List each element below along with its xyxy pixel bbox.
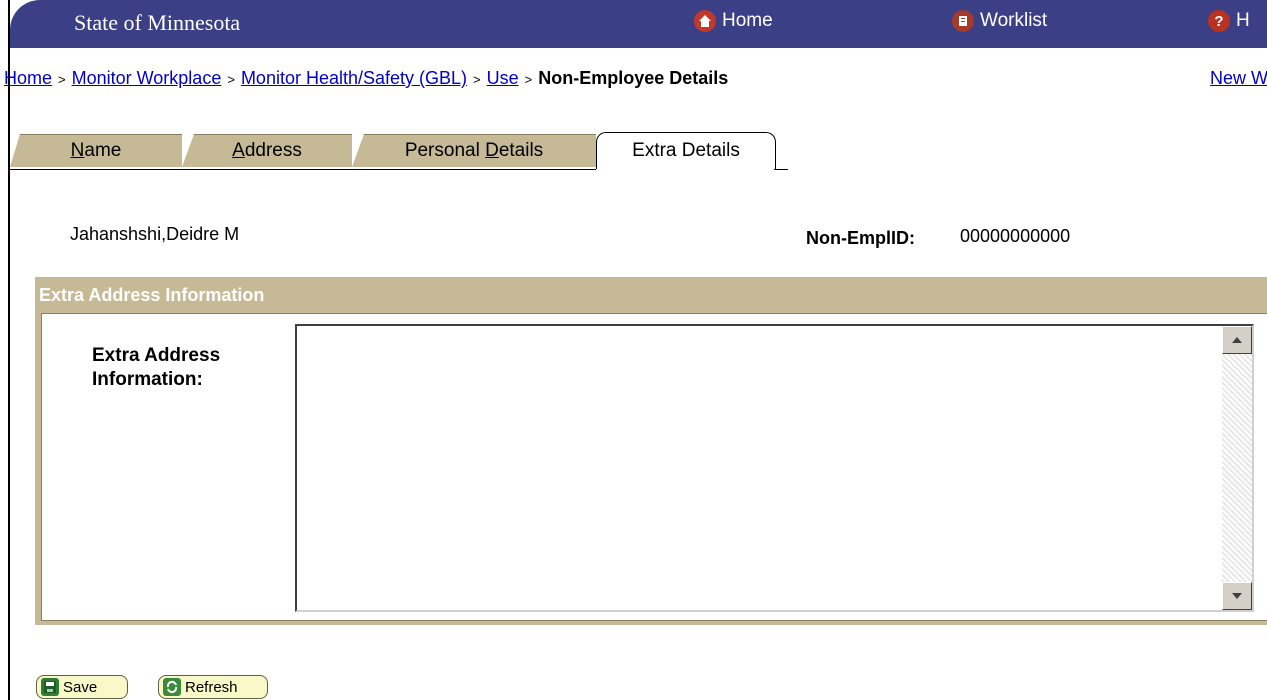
page-left-border [8, 0, 10, 700]
org-name: State of Minnesota [74, 10, 241, 35]
new-window-link[interactable]: New W [1210, 68, 1267, 89]
tab-address[interactable]: Address [182, 134, 352, 167]
tab-address-suffix: ddress [244, 140, 302, 161]
breadcrumb-home[interactable]: Home [4, 68, 52, 88]
tab-extra-details[interactable]: Extra Details [596, 132, 776, 169]
extra-address-label: Extra Address Information: [92, 345, 221, 390]
tab-address-accesskey: A [232, 140, 245, 161]
tab-extra-details-label: Extra Details [632, 140, 740, 161]
non-empl-id-label: Non-EmplID: [806, 228, 915, 248]
tab-name[interactable]: Name [10, 134, 182, 167]
home-link-label: Home [722, 10, 773, 31]
breadcrumb-separator: > [524, 72, 533, 87]
breadcrumb-monitor-workplace[interactable]: Monitor Workplace [72, 68, 222, 88]
scroll-down-button[interactable] [1222, 582, 1252, 610]
help-link[interactable]: ? H [1208, 10, 1250, 32]
breadcrumb: Home > Monitor Workplace > Monitor Health/Sa… [4, 68, 728, 89]
group-title: Extra Address Information [39, 285, 265, 305]
home-icon [694, 10, 716, 32]
save-button-label: Save [63, 678, 98, 696]
worklist-link[interactable]: Worklist [952, 10, 1047, 32]
scroll-up-icon [1232, 337, 1242, 343]
breadcrumb-separator: > [58, 72, 66, 87]
worklist-icon [952, 10, 974, 32]
tab-personal-details[interactable]: Personal Details [352, 134, 596, 167]
tab-personal-details-prefix: Personal [404, 140, 486, 161]
extra-address-textarea[interactable] [297, 326, 1217, 606]
breadcrumb-monitor-health-safety[interactable]: Monitor Health/Safety (GBL) [241, 68, 467, 88]
tab-name-accesskey: N [70, 140, 85, 161]
extra-address-textarea-frame [295, 324, 1254, 612]
refresh-button-label: Refresh [185, 678, 238, 696]
scroll-down-icon [1232, 593, 1242, 599]
tab-name-suffix: ame [84, 140, 122, 161]
refresh-icon [163, 678, 181, 696]
tab-bar: Name Address Personal Details Extra Deta… [10, 130, 790, 170]
scroll-up-button[interactable] [1222, 326, 1252, 354]
textarea-scrollbar[interactable] [1222, 326, 1252, 610]
breadcrumb-separator: > [227, 72, 235, 87]
breadcrumb-current: Non-Employee Details [538, 68, 729, 88]
help-icon: ? [1208, 10, 1230, 32]
non-empl-id-value: 00000000000 [960, 226, 1071, 246]
home-link[interactable]: Home [694, 10, 773, 32]
tab-personal-details-suffix: etails [498, 140, 544, 161]
save-button[interactable]: Save [36, 675, 128, 699]
top-header-bar: State of Minnesota Home Worklist ? H [10, 0, 1267, 48]
group-body: Extra Address Information: [41, 313, 1267, 621]
breadcrumb-separator: > [473, 72, 481, 87]
refresh-button[interactable]: Refresh [158, 675, 268, 699]
tab-personal-details-accesskey: D [485, 140, 499, 161]
tab-baseline [10, 169, 596, 170]
help-link-label: H [1236, 10, 1250, 31]
breadcrumb-use[interactable]: Use [487, 68, 519, 88]
person-name: Jahanshshi,Deidre M [70, 224, 240, 244]
extra-address-group: Extra Address Information Extra Address … [35, 277, 1267, 625]
save-icon [41, 678, 59, 696]
tab-baseline [774, 169, 788, 170]
worklist-link-label: Worklist [980, 10, 1048, 31]
